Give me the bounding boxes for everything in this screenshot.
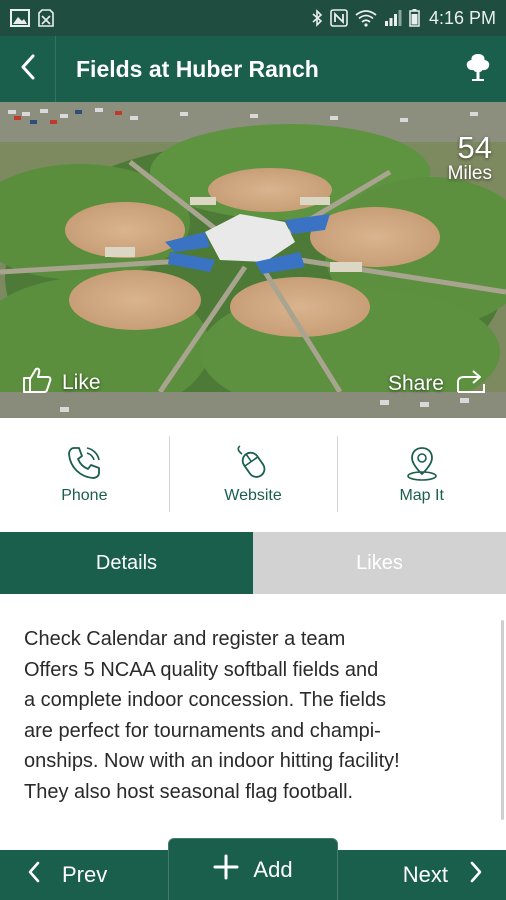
- tree-button[interactable]: [450, 36, 506, 102]
- mouse-icon: [234, 443, 272, 483]
- distance-badge: 54 Miles: [448, 132, 492, 184]
- share-button[interactable]: Share: [388, 368, 488, 400]
- map-pin-icon: [403, 443, 441, 483]
- like-button[interactable]: Like: [22, 366, 101, 400]
- tree-icon: [464, 52, 492, 87]
- description-line: They also host seasonal flag football.: [24, 780, 354, 803]
- plus-icon: [213, 854, 239, 886]
- sim-off-icon: [38, 9, 54, 27]
- prev-button[interactable]: Prev: [0, 850, 168, 900]
- distance-unit: Miles: [447, 163, 492, 184]
- website-label: Website: [224, 487, 282, 504]
- status-bar: 4:16 PM: [0, 0, 506, 36]
- map-it-label: Map It: [399, 487, 444, 504]
- chevron-left-icon: [28, 861, 40, 889]
- hero-image: 54 Miles Like Share: [0, 102, 506, 418]
- next-label: Next: [402, 862, 448, 887]
- status-time: 4:16 PM: [428, 7, 496, 28]
- distance-value: 54: [457, 130, 492, 165]
- battery-icon: [409, 9, 420, 27]
- description-line: Check Calendar and register a team: [24, 628, 346, 650]
- wifi-icon: [355, 9, 377, 27]
- tab-likes[interactable]: Likes: [253, 532, 506, 594]
- share-label: Share: [387, 372, 444, 395]
- chevron-right-icon: [470, 861, 482, 889]
- tab-bar: Details Likes: [0, 532, 506, 594]
- description-line: a complete indoor concession. The fields: [24, 689, 387, 711]
- description-line: Offers 5 NCAA quality softball fields an…: [24, 658, 379, 681]
- description-text: Check Calendar and register a team Offer…: [24, 624, 484, 807]
- thumbs-up-icon: [22, 366, 52, 400]
- bluetooth-icon: [311, 9, 323, 27]
- like-label: Like: [62, 371, 101, 394]
- phone-button[interactable]: Phone: [0, 418, 169, 530]
- signal-icon: [384, 9, 402, 27]
- nfc-icon: [330, 9, 348, 27]
- image-icon: [10, 9, 30, 27]
- share-icon: [456, 368, 488, 400]
- bottom-nav: Prev Add Next: [0, 838, 506, 900]
- action-row: Phone Website Map It: [0, 418, 506, 530]
- phone-label: Phone: [61, 487, 108, 504]
- add-button[interactable]: Add: [168, 838, 338, 900]
- prev-label: Prev: [62, 862, 108, 887]
- description-line: onships. Now with an indoor hitting faci…: [24, 750, 400, 772]
- next-button[interactable]: Next: [338, 850, 506, 900]
- tab-details[interactable]: Details: [0, 532, 253, 594]
- chevron-left-icon: [20, 54, 36, 85]
- back-button[interactable]: [0, 36, 56, 102]
- website-button[interactable]: Website: [168, 418, 338, 530]
- phone-icon: [65, 443, 103, 483]
- description-line: are perfect for tournaments and champi-: [24, 719, 381, 742]
- scrollbar[interactable]: [501, 620, 504, 820]
- app-bar: Fields at Huber Ranch: [0, 36, 506, 102]
- page-title: Fields at Huber Ranch: [76, 55, 319, 82]
- map-it-button[interactable]: Map It: [337, 418, 506, 530]
- add-label: Add: [253, 856, 293, 882]
